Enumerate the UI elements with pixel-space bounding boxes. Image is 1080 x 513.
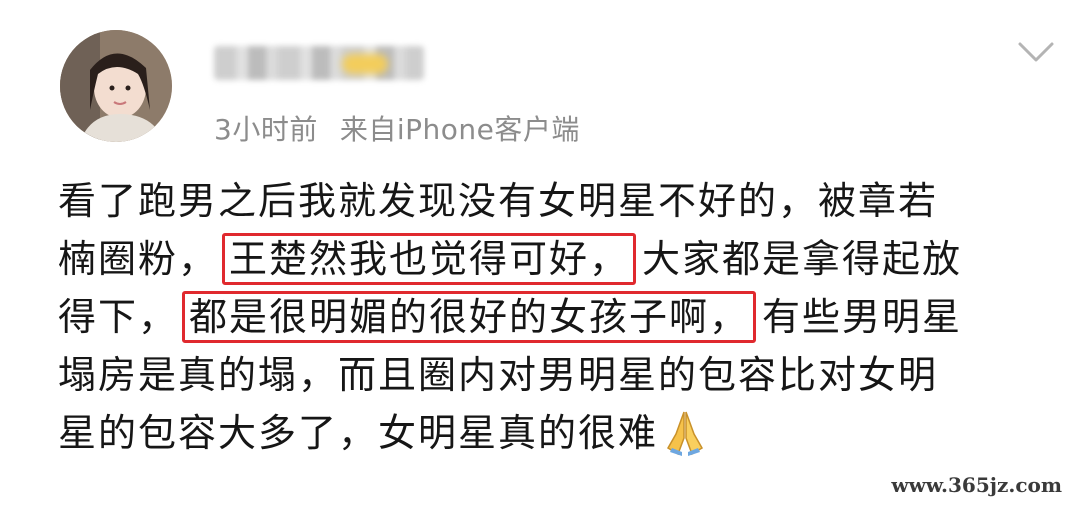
weibo-post: 3小时前 来自iPhone客户端 看了跑男之后我就发现没有女明星不好的，被章若 楠…: [0, 0, 1080, 513]
watermark: www.365jz.com: [887, 471, 1066, 499]
post-content: 看了跑男之后我就发现没有女明星不好的，被章若 楠圈粉， 王楚然我也觉得可好， 大家都…: [58, 172, 1048, 462]
post-source: 来自iPhone客户端: [339, 113, 580, 146]
text-segment: 楠圈粉，: [58, 237, 219, 281]
content-line-2: 楠圈粉， 王楚然我也觉得可好， 大家都是拿得起放: [58, 230, 1048, 288]
avatar[interactable]: [60, 30, 172, 142]
praying-hands-icon: [667, 411, 704, 456]
text-segment: 看了跑男之后我就发现没有女明星不好的，被章若: [58, 179, 939, 223]
text-segment: 塌房是真的塌，而且圈内对男明星的包容比对女明: [58, 353, 939, 397]
text-segment: 得下，: [58, 295, 179, 339]
content-line-3: 得下， 都是很明媚的很好的女孩子啊， 有些男明星: [58, 288, 1048, 346]
text-segment: 大家都是拿得起放: [642, 237, 963, 281]
content-line-1: 看了跑男之后我就发现没有女明星不好的，被章若: [58, 172, 1048, 230]
post-time: 3小时前: [214, 113, 318, 146]
highlighted-text: 都是很明媚的很好的女孩子啊，: [182, 291, 757, 343]
content-line-5: 星的包容大多了，女明星真的很难: [58, 404, 1048, 462]
chevron-down-icon[interactable]: [1016, 40, 1056, 64]
highlighted-text: 王楚然我也觉得可好，: [222, 233, 637, 285]
content-line-4: 塌房是真的塌，而且圈内对男明星的包容比对女明: [58, 346, 1048, 404]
text-segment: 星的包容大多了，女明星真的很难: [58, 411, 659, 455]
username-blurred[interactable]: [214, 46, 424, 80]
post-meta: 3小时前 来自iPhone客户端: [214, 108, 580, 148]
text-segment: 有些男明星: [762, 295, 963, 339]
